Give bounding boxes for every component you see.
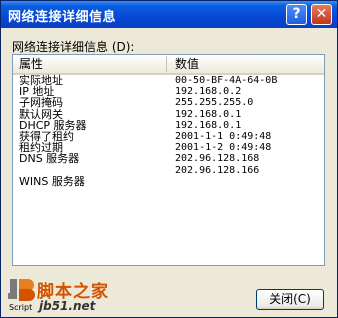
property-cell: WINS 服务器 [19,174,85,188]
value-cell: 202.96.128.166 [175,164,260,176]
title-bar[interactable]: 网络连接详细信息 ? ✕ [1,1,337,28]
value-cell: 2001-1-2 0:49:48 [175,142,272,154]
value-cell: 192.168.0.1 [175,119,242,131]
list-row[interactable]: 子网掩码 255.255.255.0 [13,97,324,108]
property-cell: DNS 服务器 [19,152,80,166]
list-header: 属性 数值 [13,55,324,75]
value-cell: 2001-1-1 0:49:48 [175,130,272,142]
close-window-button[interactable]: ✕ [311,4,332,25]
list-row[interactable]: 实际地址 00-50-BF-4A-64-0B [13,75,324,86]
value-cell: 00-50-BF-4A-64-0B [175,75,278,86]
property-cell: 子网掩码 [19,96,63,110]
list-rows: 实际地址 00-50-BF-4A-64-0B IP 地址 192.168.0.2 子… [13,75,324,187]
watermark-domain: jb51.net [39,299,96,313]
column-header-property[interactable]: 属性 [13,56,167,72]
list-row[interactable]: WINS 服务器 [13,176,324,187]
property-cell: 默认网关 [19,107,63,121]
column-header-value[interactable]: 数值 [169,56,324,72]
details-label: 网络连接详细信息 (D): [12,40,135,54]
value-cell: 192.168.0.1 [175,108,242,120]
details-list[interactable]: 属性 数值 实际地址 00-50-BF-4A-64-0B IP 地址 192.168… [12,54,325,266]
value-cell: 202.96.128.168 [175,153,260,165]
value-cell: 192.168.0.2 [175,86,242,98]
watermark-logo: Script 脚本之家 jb51.net [7,277,135,315]
value-cell: 255.255.255.0 [175,97,254,109]
dialog-window: 网络连接详细信息 ? ✕ 网络连接详细信息 (D): 属性 数值 实际地址 00-… [0,0,338,318]
list-row[interactable]: 202.96.128.166 [13,165,324,176]
window-title: 网络连接详细信息 [8,10,117,25]
close-button[interactable]: 关闭(C) [256,289,324,310]
help-button[interactable]: ? [286,4,307,25]
watermark-script: Script [9,303,33,312]
list-row[interactable]: DNS 服务器 202.96.128.168 [13,153,324,164]
